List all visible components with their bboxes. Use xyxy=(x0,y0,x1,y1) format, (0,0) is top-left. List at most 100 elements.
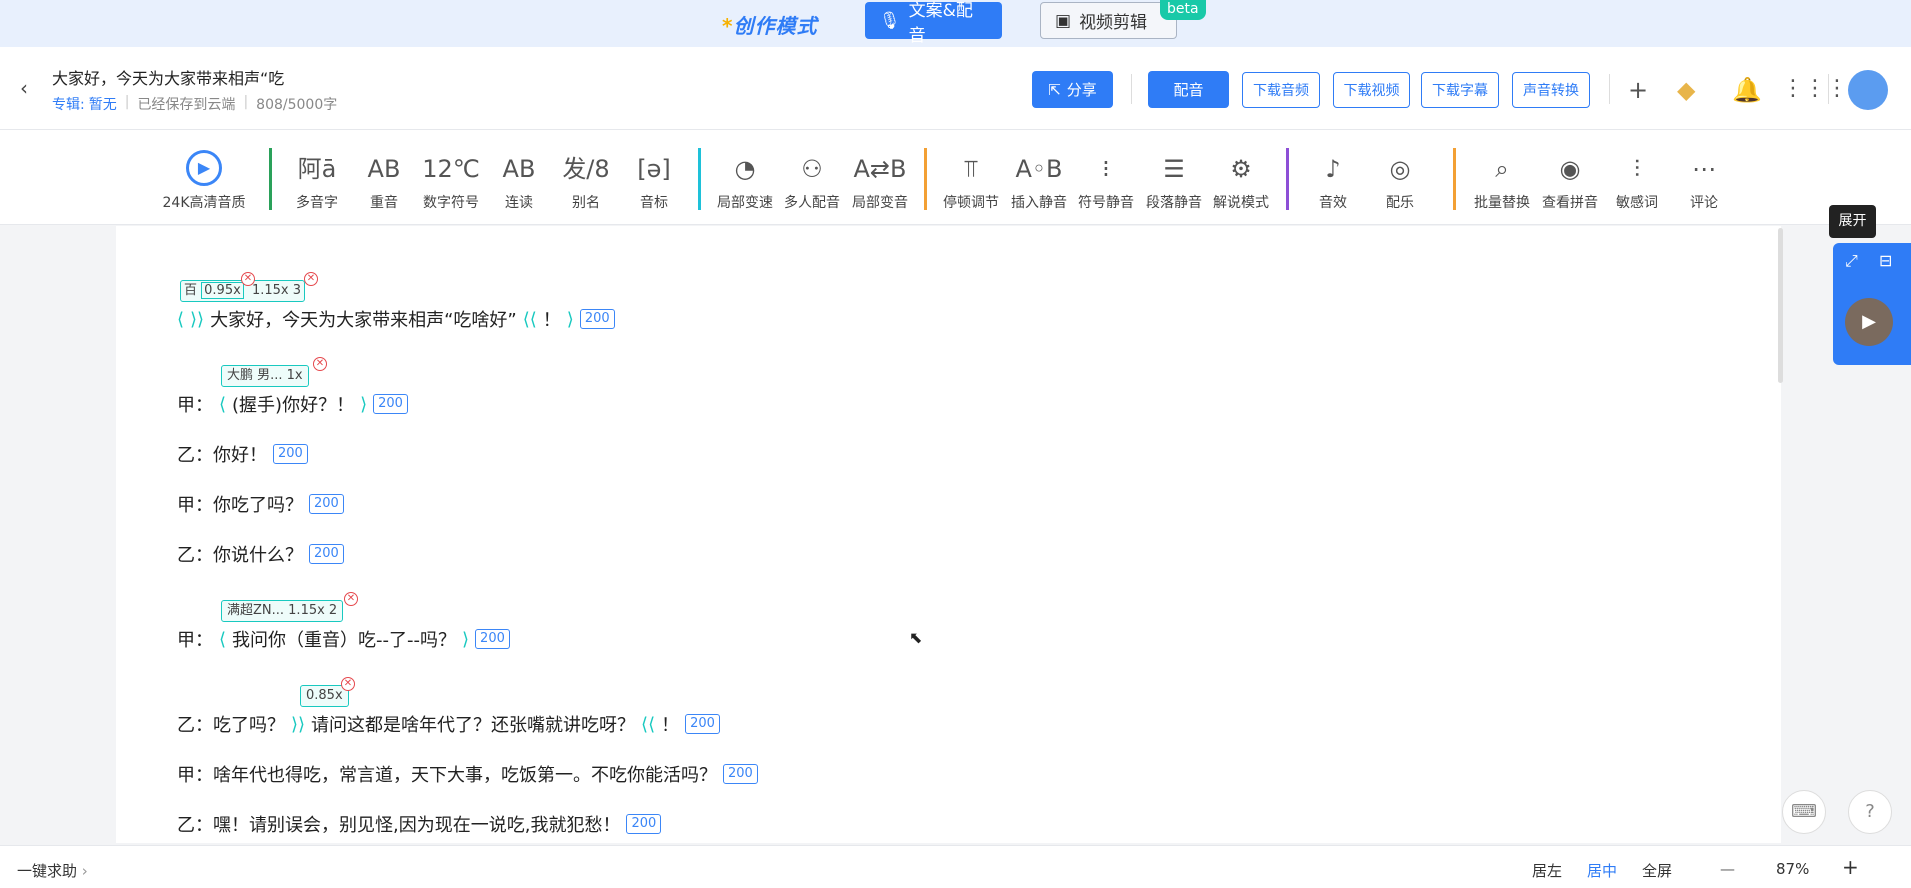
script-line[interactable]: 甲：啥年代也得吃，常言道，天下大事，吃饭第一。不吃你能活吗？ 200 xyxy=(177,761,758,787)
tool-number-symbol-button[interactable]: 12℃ 数字符号 xyxy=(418,150,484,212)
pause-badge[interactable]: 200 xyxy=(685,714,720,734)
one-click-help-link[interactable]: 一键求助 › xyxy=(17,860,88,881)
mic-icon: 🎙 xyxy=(879,10,901,31)
vip-diamond-icon[interactable]: ◆ xyxy=(1677,76,1695,104)
pause-badge[interactable]: 200 xyxy=(309,544,344,564)
pause-badge[interactable]: 200 xyxy=(273,444,308,464)
dub-button[interactable]: 配音 xyxy=(1148,71,1229,108)
pause-badge[interactable]: 200 xyxy=(475,629,510,649)
tool-polyphone-button[interactable]: 阿ā 多音字 xyxy=(284,150,350,212)
tool-sensitive-words-button[interactable]: ⫶ 敏感词 xyxy=(1604,150,1670,212)
tool-comment-button[interactable]: ⋯ 评论 xyxy=(1671,150,1737,212)
remove-tag-icon[interactable]: ✕ xyxy=(344,592,358,606)
narration-mode-icon: ⚙ xyxy=(1230,155,1252,183)
document-title[interactable]: 大家好，今天为大家带来相声“吃 xyxy=(52,65,284,89)
floating-preview-panel[interactable]: ⤢ ⊟ ▶ xyxy=(1833,243,1911,365)
tool-label: 评论 xyxy=(1690,195,1718,211)
tool-label: 音标 xyxy=(640,195,668,211)
tool-label: 符号静音 xyxy=(1078,195,1134,211)
user-avatar[interactable] xyxy=(1848,70,1888,110)
insert-silence-icon: A◦B xyxy=(1015,155,1063,183)
download-video-button[interactable]: 下载视频 xyxy=(1333,72,1410,108)
tool-multi-voice-button[interactable]: ⚇ 多人配音 xyxy=(779,150,845,212)
document-meta: 专辑: 暂无 | 已经保存到云端 | 808/5000字 xyxy=(52,94,337,114)
album-label: 专辑: xyxy=(52,97,85,113)
collapse-icon[interactable]: ⊟ xyxy=(1879,251,1892,270)
voice-tag[interactable]: 满超ZN... 1.15x 2 xyxy=(221,600,344,622)
pause-badge[interactable]: 200 xyxy=(309,494,344,514)
script-line[interactable]: 乙：嘿！请别误会，别见怪,因为现在一说吃,我就犯愁！ 200 xyxy=(177,811,662,837)
fullscreen-button[interactable]: 全屏 xyxy=(1642,860,1672,881)
tool-label: 多人配音 xyxy=(784,195,840,211)
liaison-icon: AB xyxy=(502,155,536,183)
voice-convert-button[interactable]: 声音转换 xyxy=(1512,72,1590,108)
tool-pause-adjust-button[interactable]: ⫪ 停顿调节 xyxy=(938,150,1004,212)
view-pinyin-icon: ◉ xyxy=(1559,155,1581,183)
pause-badge[interactable]: 200 xyxy=(373,394,408,414)
sound-effect-icon: ♪ xyxy=(1325,155,1341,183)
tool-symbol-silence-button[interactable]: ⁝ 符号静音 xyxy=(1073,150,1139,212)
remove-tag-icon[interactable]: ✕ xyxy=(341,677,355,691)
bracket-mark: ⟨ xyxy=(177,308,185,330)
multi-voice-icon: ⚇ xyxy=(801,155,823,183)
keyboard-icon[interactable]: ⌨ xyxy=(1782,790,1826,834)
hd-quality-button[interactable]: ▶ 24K高清音质 xyxy=(160,150,248,212)
script-line[interactable]: ⟨ ⟩⟩ 大家好，今天为大家带来相声“吃啥好” ⟨⟨ ！ ⟩ 200 xyxy=(177,306,615,332)
video-preview-thumbnail[interactable]: ▶ xyxy=(1845,298,1893,346)
tool-local-pitch-button[interactable]: A⇄B 局部变音 xyxy=(847,150,913,212)
chevron-right-icon: › xyxy=(81,862,88,880)
remove-tag-icon[interactable]: ✕ xyxy=(313,357,327,371)
remove-tag-icon[interactable]: ✕ xyxy=(241,272,255,286)
divider xyxy=(1609,74,1610,104)
speed-tag[interactable]: 0.85x xyxy=(300,685,349,707)
tool-batch-replace-button[interactable]: ⌕ 批量替换 xyxy=(1469,150,1535,212)
script-line[interactable]: 甲：你吃了吗？ 200 xyxy=(177,491,344,517)
tab-script-dubbing[interactable]: 🎙 文案&配音 xyxy=(865,1,1002,46)
share-button[interactable]: ⇱ 分享 xyxy=(1032,71,1113,108)
script-line[interactable]: 甲： ⟨ 我问你（重音）吃--了--吗？ ⟩ 200 xyxy=(177,626,510,652)
tool-view-pinyin-button[interactable]: ◉ 查看拼音 xyxy=(1537,150,1603,212)
script-line[interactable]: 乙：你说什么？ 200 xyxy=(177,541,344,567)
remove-tag-icon[interactable]: ✕ xyxy=(304,272,318,286)
voice-tag[interactable]: 大鹏 男... 1x xyxy=(221,365,309,387)
scrollbar[interactable] xyxy=(1778,228,1783,383)
album-value[interactable]: 暂无 xyxy=(89,94,117,114)
video-icon: ▣ xyxy=(1055,10,1072,31)
tool-label: 多音字 xyxy=(296,195,338,211)
help-icon[interactable]: ? xyxy=(1848,790,1892,834)
bell-icon[interactable]: 🔔 xyxy=(1732,76,1762,104)
download-subtitle-button[interactable]: 下载字幕 xyxy=(1421,72,1499,108)
pause-badge[interactable]: 200 xyxy=(579,309,615,329)
apps-grid-icon[interactable]: ⋮⋮⋮ xyxy=(1782,76,1848,101)
script-line[interactable]: 乙：你好！ 200 xyxy=(177,441,308,467)
tool-phonetic-button[interactable]: [ə] 音标 xyxy=(621,150,687,212)
plus-icon[interactable]: + xyxy=(1628,76,1648,104)
tool-narration-mode-button[interactable]: ⚙ 解说模式 xyxy=(1208,150,1274,212)
tool-paragraph-silence-button[interactable]: ☰ 段落静音 xyxy=(1141,150,1207,212)
download-audio-button[interactable]: 下载音频 xyxy=(1242,72,1320,108)
bracket-mark: ⟩⟩ xyxy=(291,713,306,735)
tool-bgm-button[interactable]: ◎ 配乐 xyxy=(1367,150,1433,212)
tool-sound-effect-button[interactable]: ♪ 音效 xyxy=(1300,150,1366,212)
expand-icon[interactable]: ⤢ xyxy=(1845,251,1858,271)
tool-stress-button[interactable]: AB 重音 xyxy=(351,150,417,212)
tool-local-speed-button[interactable]: ◔ 局部变速 xyxy=(712,150,778,212)
tool-insert-silence-button[interactable]: A◦B 插入静音 xyxy=(1006,150,1072,212)
zoom-out-icon[interactable]: — xyxy=(1720,860,1735,878)
tool-liaison-button[interactable]: AB 连读 xyxy=(486,150,552,212)
pause-badge[interactable]: 200 xyxy=(723,764,758,784)
script-line[interactable]: 甲： ⟨ (握手)你好？！ ⟩ 200 xyxy=(177,391,408,417)
bracket-mark: ⟩ xyxy=(566,308,574,330)
bracket-mark: ⟨ xyxy=(219,393,227,415)
pause-badge[interactable]: 200 xyxy=(626,814,662,834)
tool-label: 停顿调节 xyxy=(943,195,999,211)
local-pitch-icon: A⇄B xyxy=(853,155,907,183)
back-arrow-icon[interactable]: ‹ xyxy=(20,76,28,100)
tab-video-edit[interactable]: ▣ 视频剪辑 xyxy=(1040,2,1177,39)
tool-alias-button[interactable]: 发/8 别名 xyxy=(553,150,619,212)
align-left-button[interactable]: 居左 xyxy=(1532,860,1562,881)
align-center-button[interactable]: 居中 xyxy=(1587,860,1617,881)
script-line[interactable]: 乙：吃了吗？ ⟩⟩ 请问这都是啥年代了？还张嘴就讲吃呀？ ⟨⟨ ！ 200 xyxy=(177,711,720,737)
zoom-in-icon[interactable]: + xyxy=(1842,855,1859,879)
bracket-mark: ⟨⟨ xyxy=(522,308,537,330)
